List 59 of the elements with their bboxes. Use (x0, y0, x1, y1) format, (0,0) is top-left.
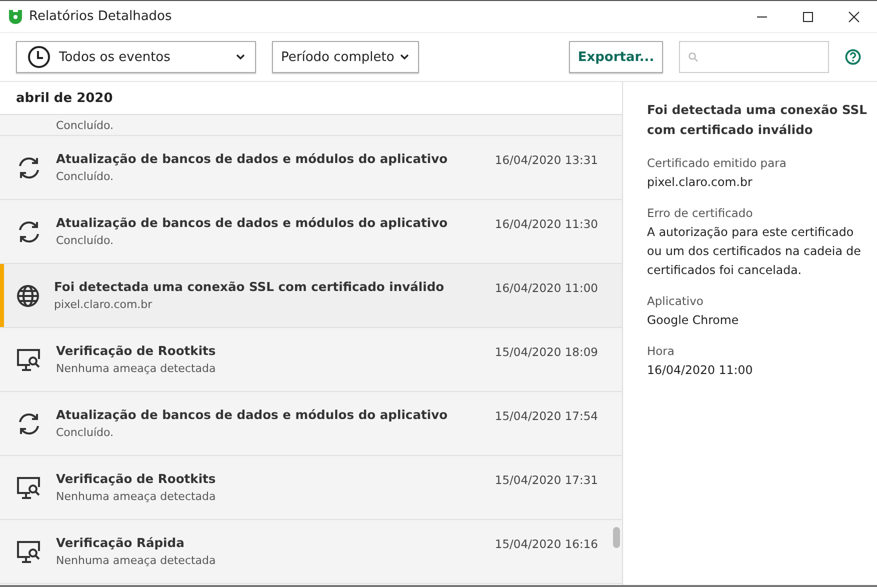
period-filter-dropdown[interactable]: Período completo (272, 41, 419, 73)
field-label: Certificado emitido para (647, 156, 788, 170)
caret-icon (400, 54, 410, 60)
event-title: Atualização de bancos de dados e módulos do aplicativo (56, 152, 449, 166)
event-title: Atualização de bancos de dados e módulos do aplicativo (56, 216, 449, 230)
scrollbar-thumb[interactable] (613, 527, 620, 548)
details-title: Foi detectada uma conexão SSL com certificado inválido (647, 102, 867, 139)
event-row[interactable]: Atualização de bancos de dados e módulos do aplicativo Concluído. 16/04/2020 13:31 (0, 136, 622, 200)
event-time: 15/04/2020 17:54 (494, 409, 598, 423)
field-label: Aplicativo (647, 294, 704, 308)
field-value: A autorização para este certificado ou um dos certificados na cadeia de certificados foi cancelada. (647, 224, 862, 279)
search-field[interactable] (679, 41, 829, 73)
event-title: Atualização de bancos de dados e módulos do aplicativo (56, 408, 449, 422)
export-button[interactable]: Exportar... (569, 41, 663, 73)
refresh-icon (16, 154, 42, 180)
search-icon (688, 51, 698, 63)
help-icon[interactable] (845, 49, 861, 65)
field-value: 16/04/2020 11:00 (647, 362, 754, 379)
event-status: Concluído. (56, 118, 114, 132)
event-row[interactable]: Atualização de bancos de dados e módulos do aplicativo Concluído. 15/04/2020 17:54 (0, 392, 622, 456)
refresh-icon (16, 218, 42, 244)
field-label: Erro de certificado (647, 206, 754, 220)
event-status: Concluído. (56, 234, 115, 247)
window-title: Relatórios Detalhados (29, 9, 173, 24)
event-status: Concluído. (56, 426, 115, 439)
event-time: 16/04/2020 13:31 (494, 153, 598, 167)
event-time: 16/04/2020 11:30 (494, 217, 598, 231)
maximize-icon (802, 10, 814, 22)
event-filter-dropdown[interactable]: Todos os eventos (16, 41, 256, 73)
close-icon (848, 10, 860, 22)
app-logo-icon (8, 9, 23, 24)
event-time: 15/04/2020 18:09 (494, 345, 598, 359)
clock-icon (27, 45, 51, 69)
globe-icon (16, 284, 40, 308)
event-status: Nenhuma ameaça detectada (56, 554, 217, 567)
monitor-search-icon (16, 348, 42, 372)
event-time: 15/04/2020 17:31 (494, 473, 598, 487)
event-title: Verificação Rápida (56, 536, 186, 550)
event-title: Verificação de Rootkits (56, 344, 217, 358)
caret-icon (236, 54, 245, 60)
refresh-icon (16, 410, 42, 436)
event-row[interactable]: Atualização de bancos de dados e módulos do aplicativo Concluído. 16/04/2020 11:30 (0, 200, 622, 264)
event-status: Nenhuma ameaça detectada (56, 490, 217, 503)
event-row[interactable]: Verificação de Rootkits Nenhuma ameaça detectada 15/04/2020 18:09 (0, 328, 622, 392)
event-status: Nenhuma ameaça detectada (56, 362, 217, 375)
field-label: Hora (647, 344, 676, 358)
field-value: Google Chrome (647, 312, 740, 329)
field-value: pixel.claro.com.br (647, 174, 754, 191)
event-status: Concluído. (56, 170, 115, 183)
event-row[interactable]: Verificação Rápida Nenhuma ameaça detectada 15/04/2020 16:16 (0, 520, 622, 584)
monitor-search-icon (16, 540, 42, 564)
event-title: Verificação de Rootkits (56, 472, 217, 486)
event-title: Foi detectada uma conexão SSL com certificado inválido (54, 280, 446, 294)
event-row[interactable]: Foi detectada uma conexão SSL com certificado inválido pixel.claro.com.br 16/04/2020 11:00 (0, 264, 622, 328)
event-row[interactable]: Verificação de Rootkits Nenhuma ameaça detectada 15/04/2020 17:31 (0, 456, 622, 520)
event-time: 15/04/2020 16:16 (494, 537, 598, 551)
event-time: 16/04/2020 11:00 (494, 281, 598, 295)
monitor-search-icon (16, 476, 42, 500)
event-status: pixel.claro.com.br (54, 298, 154, 311)
